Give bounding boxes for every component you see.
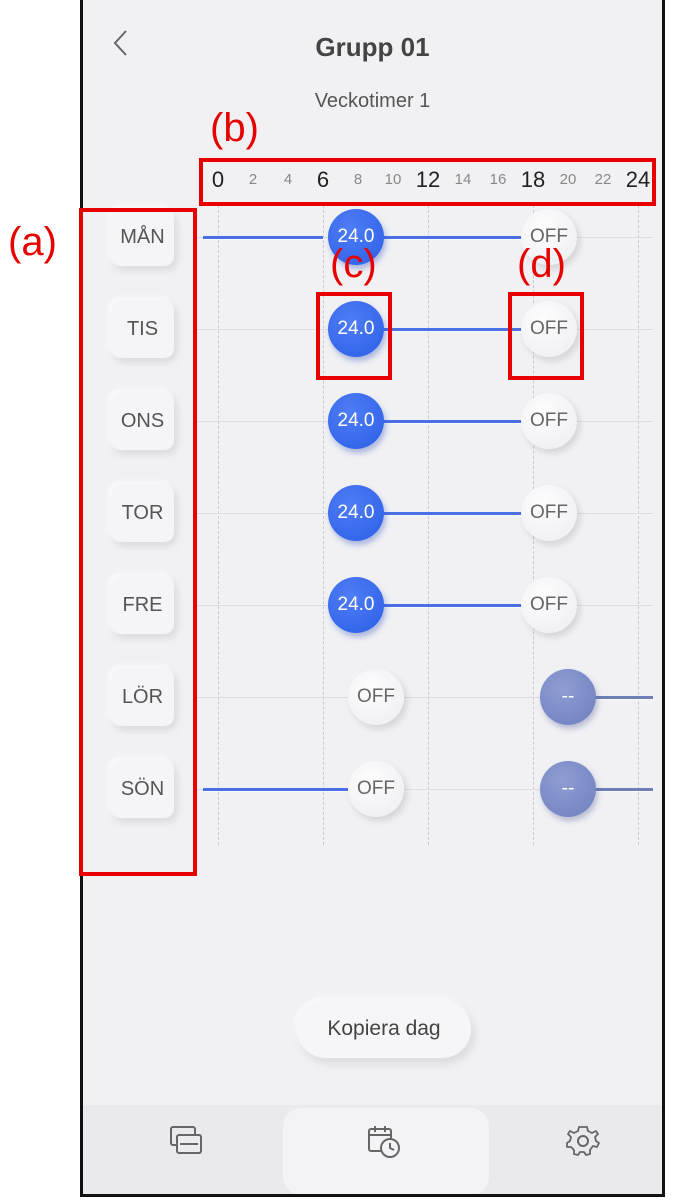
- grid-line: [218, 205, 219, 845]
- off-knob[interactable]: OFF: [348, 761, 404, 817]
- grid-line: [638, 205, 639, 845]
- annotation-box-d: [508, 292, 584, 380]
- off-knob[interactable]: OFF: [521, 577, 577, 633]
- groups-icon[interactable]: [168, 1123, 204, 1159]
- annotation-box-c: [316, 292, 392, 380]
- unset-knob[interactable]: --: [540, 761, 596, 817]
- schedule-timer-icon[interactable]: [366, 1123, 402, 1159]
- off-knob[interactable]: OFF: [521, 393, 577, 449]
- unset-knob[interactable]: --: [540, 669, 596, 725]
- annotation-label-c: (c): [330, 242, 377, 286]
- off-knob[interactable]: OFF: [521, 485, 577, 541]
- temperature-knob[interactable]: 24.0: [328, 393, 384, 449]
- page-title: Grupp 01: [315, 32, 430, 62]
- off-knob[interactable]: OFF: [348, 669, 404, 725]
- temperature-knob[interactable]: 24.0: [328, 577, 384, 633]
- gear-icon[interactable]: [565, 1123, 601, 1159]
- temperature-knob[interactable]: 24.0: [328, 485, 384, 541]
- annotation-label-a: (a): [8, 220, 57, 264]
- grid-line: [428, 205, 429, 845]
- copy-day-button[interactable]: Kopiera dag: [297, 1000, 471, 1058]
- annotation-box-a: [79, 208, 197, 876]
- schedule-segment: [203, 788, 348, 791]
- schedule-segment: [203, 236, 323, 239]
- annotation-label-b: (b): [210, 106, 259, 150]
- annotation-box-b: [199, 158, 656, 206]
- page-subtitle: Veckotimer 1: [314, 90, 431, 112]
- annotation-label-d: (d): [517, 242, 566, 286]
